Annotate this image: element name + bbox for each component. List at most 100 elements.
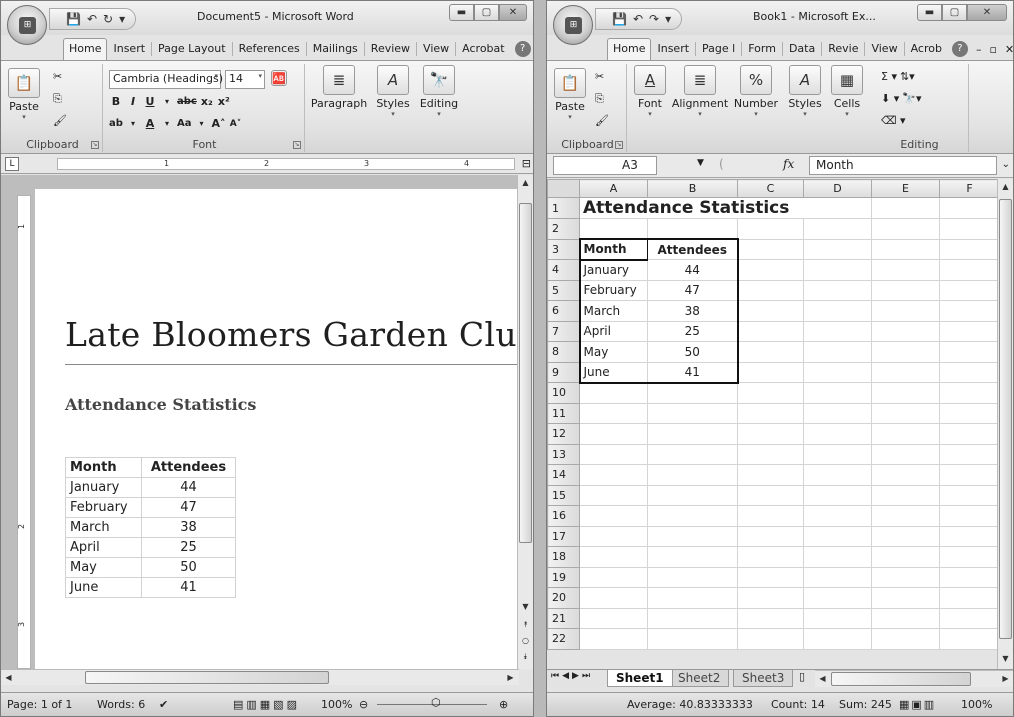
customize-qat-icon[interactable]: ▾	[119, 12, 125, 26]
cell[interactable]	[737, 628, 804, 650]
column-header[interactable]: F	[939, 179, 1000, 198]
cell[interactable]	[871, 279, 940, 301]
zoom-out-icon[interactable]: ⊖	[359, 698, 368, 711]
zoom-level[interactable]: 100%	[321, 698, 352, 711]
cell[interactable]	[871, 423, 940, 445]
cell[interactable]	[939, 197, 1000, 219]
fill-icon[interactable]: ⬇ ▾ 🔭▾	[881, 92, 921, 105]
cell[interactable]	[871, 238, 940, 260]
row-header[interactable]: 5	[547, 279, 580, 301]
dialog-launcher-icon[interactable]: ↘	[615, 141, 623, 149]
document-page[interactable]: Late Bloomers Garden Club Attendance Sta…	[35, 189, 533, 669]
row-header[interactable]: 2	[547, 218, 580, 240]
proofing-icon[interactable]: ✔	[159, 698, 168, 711]
minimize-icon[interactable]: ▬	[449, 4, 474, 21]
cell[interactable]	[803, 279, 872, 301]
cell[interactable]	[803, 484, 872, 506]
row-header[interactable]: 4	[547, 259, 580, 281]
row-header[interactable]: 14	[547, 464, 580, 486]
cell[interactable]	[737, 279, 804, 301]
cell[interactable]	[647, 402, 738, 424]
cell[interactable]	[803, 443, 872, 465]
scroll-thumb[interactable]	[85, 671, 329, 684]
paste-button[interactable]: 📋 Paste ▾	[7, 68, 41, 121]
cell[interactable]	[737, 382, 804, 404]
cell[interactable]	[579, 525, 648, 547]
select-all-corner[interactable]	[547, 179, 580, 198]
formula-input[interactable]: Month	[809, 156, 997, 175]
cell[interactable]	[871, 443, 940, 465]
scroll-up-icon[interactable]: ▲	[998, 179, 1013, 195]
name-box[interactable]: A3	[553, 156, 657, 175]
font-name-box[interactable]: Cambria (Headings) ▾	[109, 70, 223, 89]
cell[interactable]	[871, 218, 940, 240]
redo-icon[interactable]: ↻	[103, 12, 113, 26]
close-icon[interactable]: ✕	[967, 4, 1007, 21]
column-header[interactable]: D	[803, 179, 872, 198]
customize-qat-icon[interactable]: ▾	[665, 12, 671, 26]
cell[interactable]	[737, 505, 804, 527]
cell[interactable]	[871, 464, 940, 486]
cell[interactable]	[939, 484, 1000, 506]
cell[interactable]: 50	[647, 341, 739, 363]
expand-formula-bar-icon[interactable]: ⌄	[1002, 159, 1010, 170]
scroll-thumb[interactable]	[519, 203, 532, 543]
undo-icon[interactable]: ↶	[633, 12, 643, 26]
cell[interactable]	[803, 464, 872, 486]
cell[interactable]	[737, 238, 804, 260]
ruler-track[interactable]: 1 2 3 4	[57, 158, 515, 170]
tab-page-layout[interactable]: Page Layout	[152, 38, 232, 60]
cell[interactable]: February	[578, 279, 648, 301]
save-icon[interactable]: 💾	[66, 12, 81, 26]
office-button[interactable]: ⊞	[553, 5, 593, 45]
maximize-icon[interactable]: ▢	[474, 4, 499, 21]
cell[interactable]	[737, 443, 804, 465]
cell[interactable]: March	[578, 300, 648, 322]
help-icon[interactable]: ?	[514, 41, 531, 57]
tab-references[interactable]: References	[233, 38, 306, 60]
cell[interactable]	[579, 566, 648, 588]
cell[interactable]	[579, 587, 648, 609]
cell[interactable]	[803, 259, 872, 281]
cell[interactable]	[803, 525, 872, 547]
styles-button[interactable]: A Styles ▾	[785, 65, 825, 118]
cell[interactable]	[871, 628, 940, 650]
cell[interactable]	[737, 218, 804, 240]
font-button[interactable]: A Font ▾	[633, 65, 667, 118]
cell[interactable]	[737, 259, 804, 281]
cell[interactable]	[803, 505, 872, 527]
cell[interactable]	[803, 341, 872, 363]
cell[interactable]	[579, 546, 648, 568]
cell[interactable]	[939, 505, 1000, 527]
cell[interactable]	[647, 382, 738, 404]
ribbon-restore-icon[interactable]: ▫	[989, 43, 996, 56]
active-cell-a3[interactable]: Month	[578, 238, 648, 261]
cell[interactable]	[647, 443, 738, 465]
cell[interactable]: 47	[647, 279, 739, 301]
tab-insert[interactable]: Insert	[651, 38, 695, 60]
cell[interactable]	[803, 218, 872, 240]
row-header[interactable]: 12	[547, 423, 580, 445]
cell[interactable]	[737, 525, 804, 547]
cell[interactable]	[939, 443, 1000, 465]
cell[interactable]	[647, 546, 738, 568]
tab-acrobat[interactable]: Acrob	[905, 38, 948, 60]
cell[interactable]	[737, 546, 804, 568]
bold-icon[interactable]: B	[109, 94, 123, 110]
cell[interactable]	[803, 300, 872, 322]
horizontal-scrollbar[interactable]: ◀ ▶	[815, 670, 1013, 687]
cell[interactable]	[647, 628, 738, 650]
cell[interactable]	[939, 402, 1000, 424]
view-buttons-icon[interactable]: ▤▥▦▧▨	[233, 698, 300, 711]
cell[interactable]	[737, 341, 804, 363]
cell[interactable]	[871, 197, 940, 219]
office-button[interactable]: ⊞	[7, 5, 47, 45]
cell[interactable]	[871, 505, 940, 527]
row-header[interactable]: 13	[547, 443, 580, 465]
cell[interactable]	[579, 402, 648, 424]
browse-object-icon[interactable]: ○	[518, 633, 533, 649]
cell[interactable]	[871, 525, 940, 547]
zoom-in-icon[interactable]: ⊕	[499, 698, 508, 711]
chevron-down-icon[interactable]: ▾	[160, 94, 174, 110]
cell[interactable]	[939, 525, 1000, 547]
